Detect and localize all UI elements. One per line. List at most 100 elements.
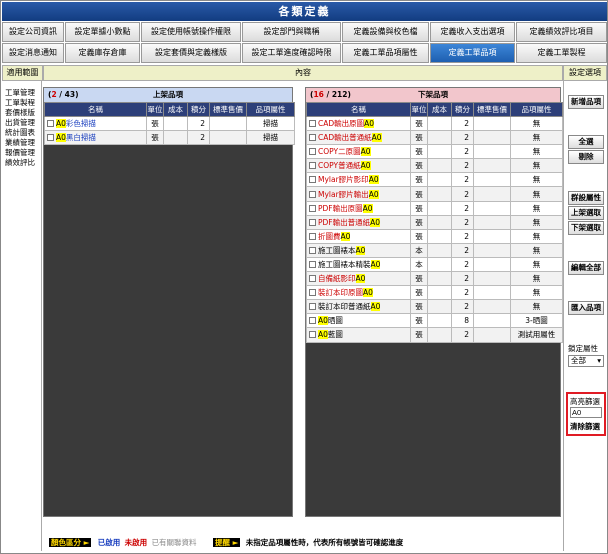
tab-performance-items[interactable]: 定義績效評比項目 bbox=[516, 22, 607, 42]
item-name[interactable]: CAD輸出普通紙A0 bbox=[318, 133, 382, 143]
row-checkbox[interactable] bbox=[47, 134, 54, 142]
row-checkbox[interactable] bbox=[309, 134, 316, 142]
nav-item[interactable]: 套價樣版 bbox=[2, 108, 41, 118]
deselect-button[interactable]: 剔除 bbox=[568, 150, 604, 164]
col-attr[interactable]: 品項屬性 bbox=[246, 102, 295, 117]
row-checkbox[interactable] bbox=[309, 162, 316, 170]
nav-item[interactable]: 績效評比 bbox=[2, 158, 41, 168]
row-checkbox[interactable] bbox=[309, 190, 316, 198]
tab-warehouse[interactable]: 定義庫存倉庫 bbox=[65, 43, 140, 63]
row-checkbox[interactable] bbox=[309, 289, 316, 297]
item-name[interactable]: 施工圖裱本精裝A0 bbox=[318, 259, 381, 269]
table-row[interactable]: 自備紙影印A0 張 2 無 bbox=[306, 271, 563, 287]
tab-progress-deadline[interactable]: 設定工單進度確認時限 bbox=[242, 43, 341, 63]
table-row[interactable]: Mylar膠片影印A0 張 2 無 bbox=[306, 172, 563, 188]
col-name[interactable]: 名稱 bbox=[306, 102, 411, 117]
nav-item[interactable]: 業績管理 bbox=[2, 138, 41, 148]
item-name[interactable]: Mylar膠片影印A0 bbox=[318, 175, 379, 185]
row-checkbox[interactable] bbox=[309, 331, 316, 339]
tab-company-info[interactable]: 設定公司資訊 bbox=[2, 22, 64, 42]
tab-notifications[interactable]: 設定消息通知 bbox=[2, 43, 64, 63]
row-checkbox[interactable] bbox=[309, 148, 316, 156]
col-price[interactable]: 標準售價 bbox=[209, 102, 247, 117]
item-name[interactable]: PDF輸出原圖A0 bbox=[318, 203, 373, 213]
tab-item-attributes[interactable]: 定義工單品項屬性 bbox=[342, 43, 429, 63]
row-checkbox[interactable] bbox=[309, 275, 316, 283]
row-checkbox[interactable] bbox=[309, 218, 316, 226]
row-checkbox[interactable] bbox=[309, 260, 316, 268]
item-name[interactable]: 裝訂本印普通紙A0 bbox=[318, 302, 381, 312]
table-row[interactable]: A0黑白掃描 張 2 掃描 bbox=[44, 130, 295, 146]
table-row[interactable]: CAD輸出原圖A0 張 2 無 bbox=[306, 115, 563, 132]
clear-filter-button[interactable]: 清除篩選 bbox=[570, 421, 600, 432]
col-price[interactable]: 標準售價 bbox=[473, 102, 511, 117]
item-name[interactable]: 折圖費A0 bbox=[318, 231, 351, 241]
table-row[interactable]: PDF輸出普通紙A0 張 2 無 bbox=[306, 214, 563, 230]
table-row[interactable]: 施工圖裱本A0 本 2 無 bbox=[306, 242, 563, 258]
table-row[interactable]: 施工圖裱本精裝A0 本 2 無 bbox=[306, 256, 563, 273]
shelf-off-button[interactable]: 下架選取 bbox=[568, 221, 604, 235]
col-cost[interactable]: 成本 bbox=[427, 102, 452, 117]
select-all-button[interactable]: 全選 bbox=[568, 135, 604, 149]
row-checkbox[interactable] bbox=[309, 317, 316, 325]
table-row[interactable]: A0藍圖 張 2 測試用屬性 bbox=[306, 327, 563, 343]
item-name[interactable]: 裝訂本印原圖A0 bbox=[318, 288, 373, 298]
tab-income-expense[interactable]: 定義收入支出選項 bbox=[430, 22, 515, 42]
item-name[interactable]: COPY二原圖A0 bbox=[318, 147, 371, 157]
row-checkbox[interactable] bbox=[309, 232, 316, 240]
row-checkbox[interactable] bbox=[309, 204, 316, 212]
item-name[interactable]: A0晒圖 bbox=[318, 316, 343, 326]
item-name[interactable]: CAD輸出原圖A0 bbox=[318, 119, 375, 129]
table-row[interactable]: CAD輸出普通紙A0 張 2 無 bbox=[306, 130, 563, 146]
shelf-on-button[interactable]: 上架選取 bbox=[568, 206, 604, 220]
tab-pricing-template[interactable]: 設定套價與定義樣版 bbox=[141, 43, 241, 63]
col-cost[interactable]: 成本 bbox=[163, 102, 188, 117]
item-name[interactable]: COPY普通紙A0 bbox=[318, 161, 371, 171]
col-unit[interactable]: 單位 bbox=[410, 102, 428, 117]
table-row[interactable]: A0晒圖 張 8 3-晒圖 bbox=[306, 313, 563, 329]
lock-attr-select[interactable]: 全部 ▾ bbox=[568, 355, 604, 367]
tab-decimal-setting[interactable]: 設定單據小數點 bbox=[65, 22, 140, 42]
item-name[interactable]: A0藍圖 bbox=[318, 330, 343, 340]
nav-item[interactable]: 統計圖表 bbox=[2, 128, 41, 138]
col-points[interactable]: 積分 bbox=[451, 102, 474, 117]
table-row[interactable]: A0彩色掃描 張 2 掃描 bbox=[44, 115, 295, 132]
item-name[interactable]: PDF輸出普通紙A0 bbox=[318, 217, 381, 227]
tab-work-order-process[interactable]: 定義工單製程 bbox=[516, 43, 607, 63]
item-name[interactable]: A0黑白掃描 bbox=[56, 133, 96, 143]
table-row[interactable]: PDF輸出原圖A0 張 2 無 bbox=[306, 200, 563, 216]
nav-item[interactable]: 報價管理 bbox=[2, 148, 41, 158]
import-items-button[interactable]: 匯入品項 bbox=[568, 301, 604, 315]
attr-cell: 無 bbox=[510, 271, 563, 287]
item-name[interactable]: 施工圖裱本A0 bbox=[318, 245, 366, 255]
item-name[interactable]: 自備紙影印A0 bbox=[318, 274, 366, 284]
nav-item[interactable]: 工單管理 bbox=[2, 88, 41, 98]
col-points[interactable]: 積分 bbox=[187, 102, 210, 117]
table-row[interactable]: COPY普通紙A0 張 2 無 bbox=[306, 158, 563, 174]
table-row[interactable]: 裝訂本印原圖A0 張 2 無 bbox=[306, 285, 563, 301]
table-row[interactable]: 裝訂本印普通紙A0 張 2 無 bbox=[306, 299, 563, 315]
row-checkbox[interactable] bbox=[309, 246, 316, 254]
row-checkbox[interactable] bbox=[47, 120, 54, 128]
row-checkbox[interactable] bbox=[309, 303, 316, 311]
col-unit[interactable]: 單位 bbox=[146, 102, 164, 117]
col-name[interactable]: 名稱 bbox=[44, 102, 147, 117]
group-attr-button[interactable]: 群設屬性 bbox=[568, 191, 604, 205]
highlight-filter-input[interactable] bbox=[570, 407, 602, 418]
tab-dept-title[interactable]: 設定部門與職稱 bbox=[242, 22, 341, 42]
table-row[interactable]: 折圖費A0 張 2 無 bbox=[306, 228, 563, 244]
tab-equipment-color[interactable]: 定義設備與校色檔 bbox=[342, 22, 429, 42]
tab-work-order-items[interactable]: 定義工單品項 bbox=[430, 43, 515, 63]
item-name[interactable]: A0彩色掃描 bbox=[56, 119, 96, 129]
edit-all-button[interactable]: 編輯全部 bbox=[568, 261, 604, 275]
col-attr[interactable]: 品項屬性 bbox=[510, 102, 563, 117]
row-checkbox[interactable] bbox=[309, 120, 316, 128]
nav-item[interactable]: 出貨管理 bbox=[2, 118, 41, 128]
nav-item[interactable]: 工單製程 bbox=[2, 98, 41, 108]
row-checkbox[interactable] bbox=[309, 176, 316, 184]
table-row[interactable]: COPY二原圖A0 張 2 無 bbox=[306, 144, 563, 160]
tab-account-permissions[interactable]: 設定使用帳號操作權限 bbox=[141, 22, 241, 42]
table-row[interactable]: Mylar膠片輸出A0 張 2 無 bbox=[306, 186, 563, 202]
new-item-button[interactable]: 新增品項 bbox=[568, 95, 604, 109]
item-name[interactable]: Mylar膠片輸出A0 bbox=[318, 189, 379, 199]
